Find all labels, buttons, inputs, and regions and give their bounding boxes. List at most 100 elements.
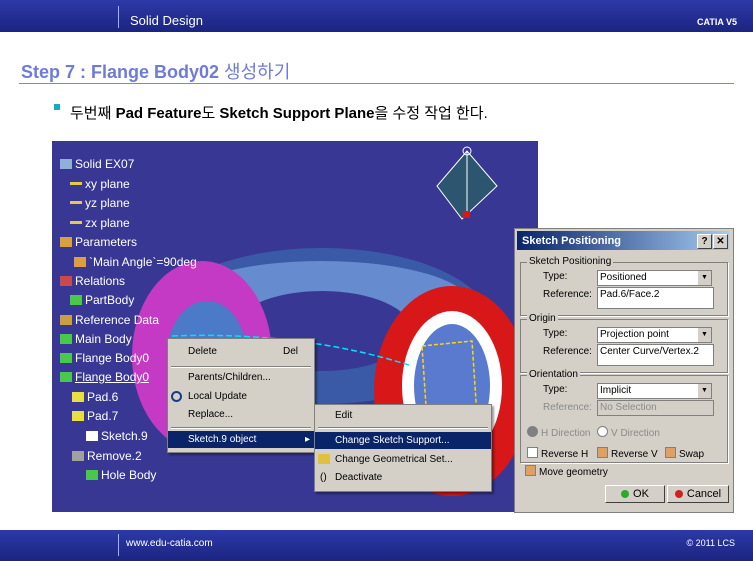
submenu-arrow-icon: ▸ xyxy=(304,434,310,445)
sp-type-select[interactable]: Positioned ▼ xyxy=(597,270,712,286)
dropdown-arrow-icon: ▼ xyxy=(698,384,711,398)
radio-icon xyxy=(597,426,608,437)
tree-sketch9[interactable]: Sketch.9 xyxy=(86,429,148,443)
menu-item-change-sketch-support[interactable]: Change Sketch Support... xyxy=(315,432,491,449)
menu-item-change-geometrical-set[interactable]: Change Geometrical Set... xyxy=(315,451,491,468)
brand-label: CATIA V5 xyxy=(696,17,737,27)
menu-item-local-update[interactable]: Local Update xyxy=(168,388,314,405)
sketch-icon xyxy=(86,431,98,441)
dropdown-arrow-icon: ▼ xyxy=(698,271,711,285)
orient-reference-field: No Selection xyxy=(597,400,714,416)
bullet-part2: 도 xyxy=(201,105,220,122)
tree-remove2[interactable]: Remove.2 xyxy=(72,449,142,463)
group-orientation: Orientation Type: Implicit ▼ Reference: N… xyxy=(520,369,728,463)
cancel-button[interactable]: Cancel xyxy=(667,485,729,503)
checkbox-icon xyxy=(665,447,676,458)
menu-separator xyxy=(171,427,311,429)
move-geometry-checkbox[interactable]: Move geometry xyxy=(525,465,608,478)
menu-separator xyxy=(171,366,311,368)
checkbox-icon xyxy=(597,447,608,458)
menu-separator xyxy=(318,427,488,429)
tree-sketch9-label: Sketch.9 xyxy=(101,429,148,443)
menu-item-delete[interactable]: Delete Del xyxy=(168,343,314,360)
delete-shortcut: Del xyxy=(282,346,298,357)
sketch-object-submenu: Edit Change Sketch Support... Change Geo… xyxy=(314,404,492,492)
tree-flange-body-1[interactable]: Flange Body0 xyxy=(60,351,149,365)
tree-main-angle[interactable]: `Main Angle`=90deg xyxy=(74,255,197,269)
h-direction-radio[interactable]: H Direction xyxy=(527,426,590,439)
checkbox-icon xyxy=(525,465,536,476)
tree-root[interactable]: Solid EX07 xyxy=(60,157,134,171)
cancel-icon xyxy=(674,490,683,498)
header-divider xyxy=(118,6,119,28)
help-button[interactable]: ? xyxy=(697,234,712,249)
orient-type-select[interactable]: Implicit ▼ xyxy=(597,383,712,399)
origin-type-select[interactable]: Projection point ▼ xyxy=(597,327,712,343)
body-icon xyxy=(60,353,72,363)
context-menu: Delete Del Parents/Children... Local Upda… xyxy=(167,338,315,453)
tree-xy-plane[interactable]: xy plane xyxy=(70,177,130,191)
ok-icon xyxy=(621,490,630,498)
bullet-part3: 을 수정 작업 한다. xyxy=(374,105,488,122)
tree-flange-body-2[interactable]: Flange Body0 xyxy=(60,370,149,384)
tree-reference-data[interactable]: Reference Data xyxy=(60,313,159,327)
tree-pad6[interactable]: Pad.6 xyxy=(72,390,118,404)
dialog-titlebar[interactable]: Sketch Positioning ? ✕ xyxy=(517,231,729,250)
tree-zx-plane[interactable]: zx plane xyxy=(70,216,130,230)
swap-checkbox[interactable]: Swap xyxy=(665,447,704,460)
body-icon xyxy=(60,372,72,382)
dropdown-arrow-icon: ▼ xyxy=(698,328,711,342)
tree-pad7[interactable]: Pad.7 xyxy=(72,409,118,423)
menu-item-deactivate[interactable]: () Deactivate xyxy=(315,469,491,486)
radio-icon xyxy=(527,426,538,437)
bullet-text: 두번째 Pad Feature도 Sketch Support Plane을 수… xyxy=(70,102,488,123)
ok-button[interactable]: OK xyxy=(605,485,665,503)
menu-item-edit[interactable]: Edit xyxy=(315,407,491,424)
reference-label: Reference: xyxy=(543,346,592,357)
menu-item-replace[interactable]: Replace... xyxy=(168,406,314,423)
geoset-icon xyxy=(60,315,72,325)
close-button[interactable]: ✕ xyxy=(713,234,728,249)
group-label-origin: Origin xyxy=(527,313,558,324)
bullet-part1: 두번째 xyxy=(70,105,116,122)
body-icon xyxy=(86,470,98,480)
remove-icon xyxy=(72,451,84,461)
bullet-bold2: Sketch Support Plane xyxy=(219,105,375,122)
sketch-positioning-dialog: Sketch Positioning ? ✕ Sketch Positionin… xyxy=(514,228,734,513)
group-origin: Origin Type: Projection point ▼ Reference… xyxy=(520,313,728,373)
tree-main-body[interactable]: Main Body xyxy=(60,332,132,346)
dialog-title: Sketch Positioning xyxy=(522,235,622,247)
reference-label-disabled: Reference: xyxy=(543,402,592,413)
group-label-orientation: Orientation xyxy=(527,369,580,380)
geoset-icon xyxy=(318,454,330,464)
reverse-h-checkbox[interactable]: Reverse H xyxy=(527,447,588,460)
origin-reference-field[interactable]: Center Curve/Vertex.2 xyxy=(597,344,714,366)
bullet-bold1: Pad Feature xyxy=(115,105,202,122)
group-sketch-positioning: Sketch Positioning Type: Positioned ▼ Ref… xyxy=(520,256,728,316)
sp-reference-field[interactable]: Pad.6/Face.2 xyxy=(597,287,714,309)
body-icon xyxy=(60,334,72,344)
tree-yz-plane[interactable]: yz plane xyxy=(70,196,130,210)
parameters-icon xyxy=(60,237,72,247)
tree-relations[interactable]: Relations xyxy=(60,274,125,288)
menu-item-parents-children[interactable]: Parents/Children... xyxy=(168,369,314,386)
reference-label: Reference: xyxy=(543,289,592,300)
plane-icon xyxy=(70,182,82,185)
header-title: Solid Design xyxy=(130,13,203,28)
tree-parameters[interactable]: Parameters xyxy=(60,235,137,249)
reverse-v-checkbox[interactable]: Reverse V xyxy=(597,447,658,460)
tree-partbody[interactable]: PartBody xyxy=(70,293,134,307)
footer-copyright: © 2011 LCS xyxy=(686,538,736,548)
plane-icon xyxy=(70,221,82,224)
menu-item-sketch-object[interactable]: Sketch.9 object ▸ xyxy=(168,431,314,448)
v-direction-radio[interactable]: V Direction xyxy=(597,426,660,439)
type-label: Type: xyxy=(543,328,568,339)
slide-footer: www.edu-catia.com © 2011 LCS xyxy=(0,530,753,561)
step-title-en: Step 7 : Flange Body02 xyxy=(21,62,225,82)
body-icon xyxy=(70,295,82,305)
relations-icon xyxy=(60,276,72,286)
parameter-icon xyxy=(74,257,86,267)
tree-hole-body[interactable]: Hole Body xyxy=(86,468,156,482)
deactivate-icon: () xyxy=(320,472,327,483)
footer-url[interactable]: www.edu-catia.com xyxy=(126,538,213,549)
